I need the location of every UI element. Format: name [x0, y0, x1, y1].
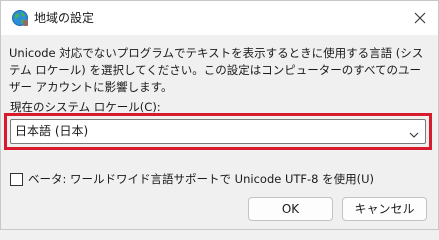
beta-utf8-label: ベータ: ワールドワイド言語サポートで Unicode UTF-8 を使用(U)	[28, 171, 375, 186]
chevron-down-icon	[408, 126, 420, 138]
globe-icon	[11, 9, 29, 27]
cancel-button[interactable]: キャンセル	[342, 197, 427, 221]
ok-button[interactable]: OK	[248, 197, 333, 221]
beta-utf8-option[interactable]: ベータ: ワールドワイド言語サポートで Unicode UTF-8 を使用(U)	[10, 171, 374, 187]
title-bar: 地域の設定	[1, 1, 438, 35]
system-locale-value: 日本語 (日本)	[15, 124, 89, 138]
description-text: Unicode 対応でないプログラムでテキストを表示するときに使用する言語 (シ…	[9, 46, 424, 94]
system-locale-dropdown[interactable]: 日本語 (日本)	[10, 119, 426, 144]
region-settings-dialog: 地域の設定 Unicode 対応でないプログラムでテキストを表示するときに使用す…	[0, 0, 439, 230]
close-button[interactable]	[408, 6, 432, 30]
window-title: 地域の設定	[34, 11, 95, 25]
beta-utf8-checkbox[interactable]	[10, 172, 23, 186]
close-icon	[414, 12, 426, 24]
